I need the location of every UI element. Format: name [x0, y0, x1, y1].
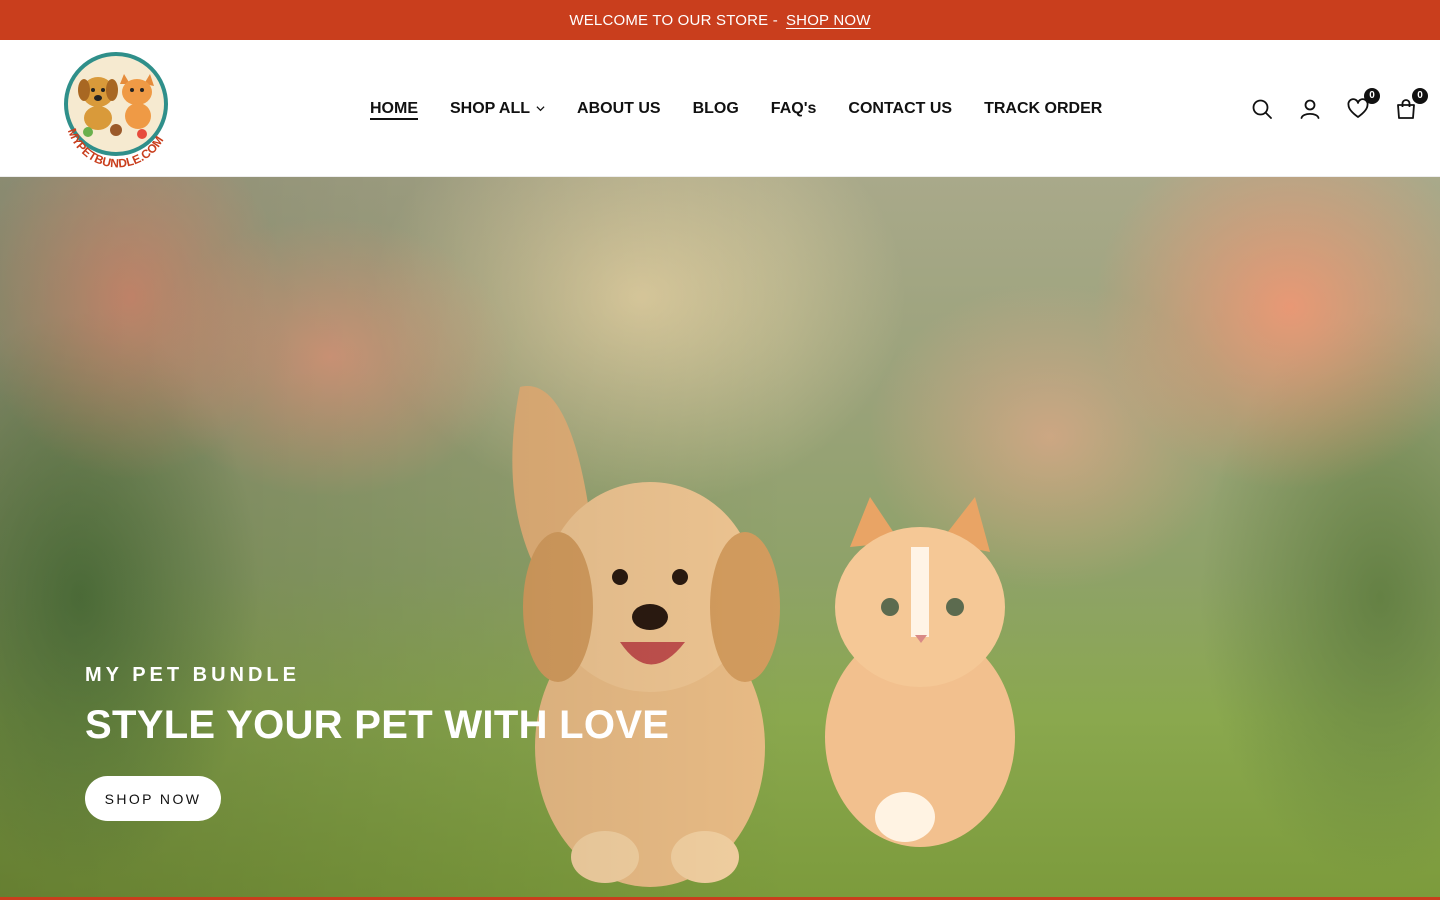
nav-shop-all[interactable]: SHOP ALL	[450, 100, 545, 118]
nav-home[interactable]: HOME	[370, 100, 418, 118]
wishlist-button[interactable]: 0	[1346, 87, 1380, 121]
nav-track-order[interactable]: TRACK ORDER	[984, 100, 1102, 118]
user-icon	[1300, 99, 1320, 119]
nav-blog-label: BLOG	[692, 99, 739, 117]
hero-shop-now-button[interactable]: SHOP NOW	[85, 776, 221, 821]
nav-about-us-label: ABOUT US	[577, 99, 661, 117]
account-button[interactable]	[1298, 97, 1322, 121]
search-icon	[1252, 99, 1272, 119]
hero-subtitle: MY PET BUNDLE	[85, 664, 300, 686]
nav-faqs-label: FAQ's	[770, 99, 817, 117]
nav-about-us[interactable]: ABOUT US	[577, 100, 661, 118]
announcement-bar: WELCOME TO OUR STORE - SHOP NOW	[0, 0, 1440, 40]
nav-contact-us[interactable]: CONTACT US	[848, 100, 952, 118]
header-icons: 0 0	[1250, 40, 1428, 177]
site-header: MYPETBUNDLE.COM HOME SHOP ALL ABOUT US B…	[0, 40, 1440, 177]
nav-shop-all-label: SHOP ALL	[450, 99, 531, 117]
nav-home-label: HOME	[370, 99, 418, 117]
store-logo[interactable]: MYPETBUNDLE.COM	[58, 52, 178, 170]
nav-blog[interactable]: BLOG	[693, 100, 739, 118]
nav-track-order-label: TRACK ORDER	[984, 99, 1103, 117]
wishlist-count-badge: 0	[1364, 87, 1380, 104]
hero-banner: MY PET BUNDLE STYLE YOUR PET WITH LOVE S…	[0, 177, 1440, 897]
chevron-down-icon	[536, 106, 545, 112]
cart-button[interactable]: 0	[1394, 87, 1428, 121]
search-button[interactable]	[1250, 97, 1274, 121]
announcement-shop-now-link[interactable]: SHOP NOW	[786, 12, 871, 29]
cart-count-badge: 0	[1412, 87, 1428, 104]
nav-contact-us-label: CONTACT US	[848, 99, 953, 117]
announcement-text: WELCOME TO OUR STORE -	[569, 11, 778, 29]
main-navigation: HOME SHOP ALL ABOUT US BLOG FAQ's CONTAC…	[370, 40, 1102, 177]
hero-title: STYLE YOUR PET WITH LOVE	[85, 703, 670, 747]
nav-faqs[interactable]: FAQ's	[771, 100, 817, 118]
